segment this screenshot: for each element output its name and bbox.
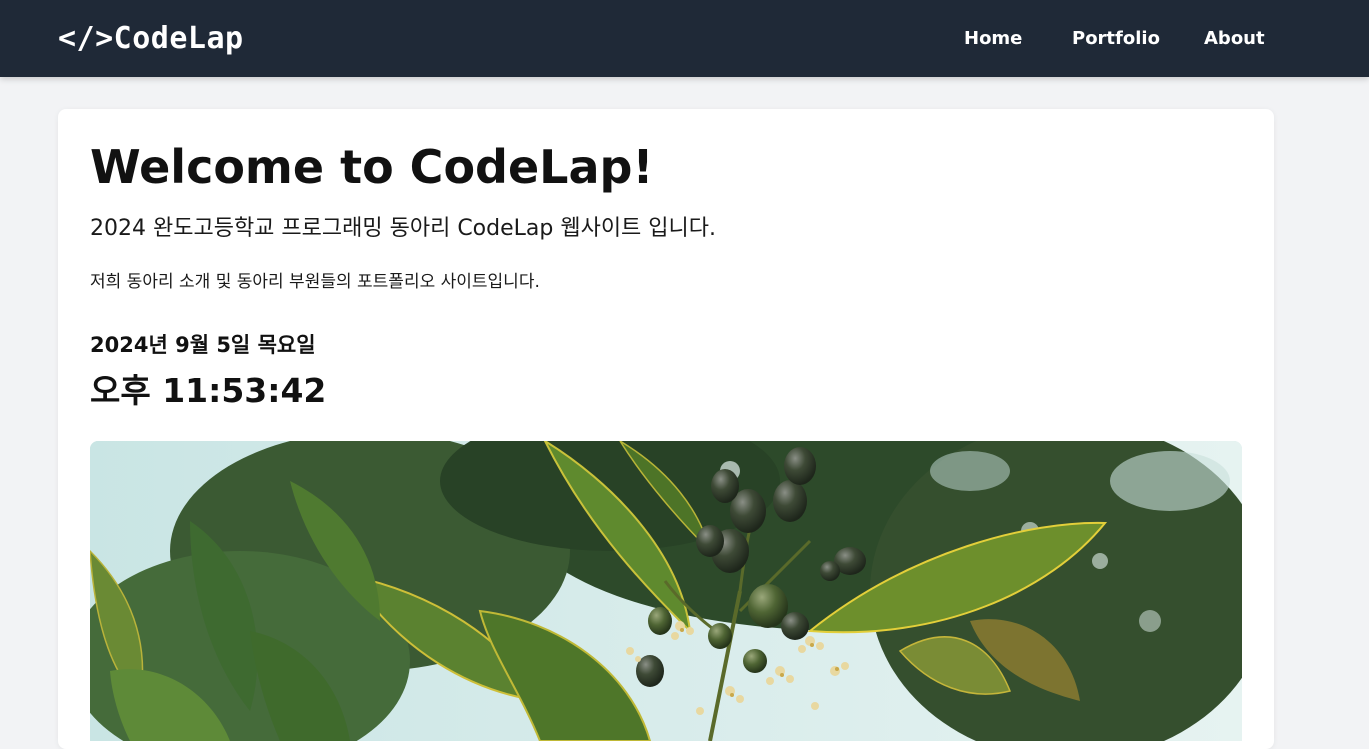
plant-photo-illustration [90,441,1242,741]
top-navbar: </>CodeLap Home Portfolio About [0,0,1369,77]
nav-link-portfolio[interactable]: Portfolio [1072,26,1160,52]
hero-image [90,441,1242,741]
current-time: 오후 11:53:42 [90,371,327,410]
welcome-card: Welcome to CodeLap! 2024 완도고등학교 프로그래밍 동아… [58,109,1274,749]
page-description: 저희 동아리 소개 및 동아리 부원들의 포트폴리오 사이트입니다. [90,272,540,292]
nav-menu: Home Portfolio About [0,26,1369,52]
page-subtitle: 2024 완도고등학교 프로그래밍 동아리 CodeLap 웹사이트 입니다. [90,216,717,241]
nav-link-about[interactable]: About [1204,26,1265,52]
page-title: Welcome to CodeLap! [90,140,654,194]
current-date: 2024년 9월 5일 목요일 [90,333,316,357]
nav-link-home[interactable]: Home [964,26,1022,52]
